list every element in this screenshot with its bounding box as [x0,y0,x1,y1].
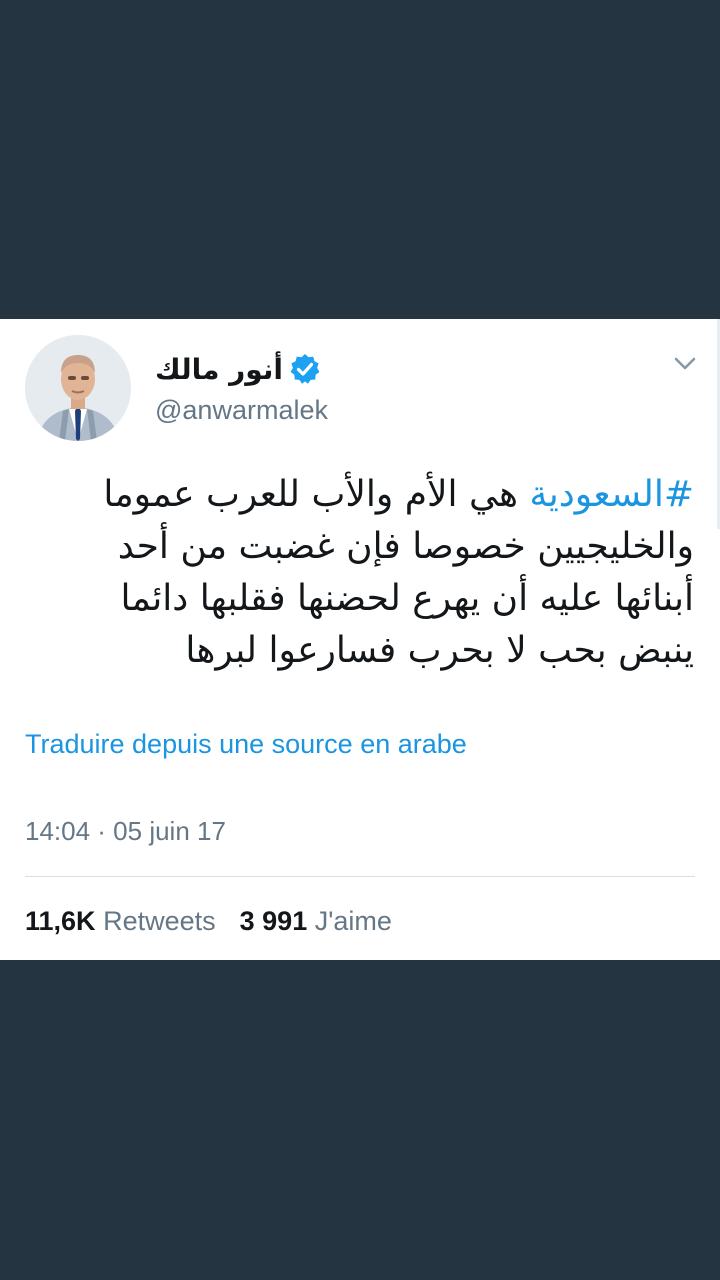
user-handle[interactable]: @anwarmalek [155,395,575,426]
tweet-card: أنور مالك @anwarmalek #السعودية هي الأم … [0,319,720,960]
likes-stat[interactable]: 3 991 J'aime [240,906,392,936]
display-name-row[interactable]: أنور مالك [155,349,575,389]
translate-link[interactable]: Traduire depuis une source en arabe [25,729,467,760]
retweets-stat[interactable]: 11,6K Retweets [25,906,216,936]
screen: أنور مالك @anwarmalek #السعودية هي الأم … [0,0,720,1280]
tweet-text-line: #السعودية هي الأم والأب للعرب عموما [40,469,694,521]
likes-count: 3 991 [239,906,308,936]
divider [25,876,695,877]
user-info: أنور مالك @anwarmalek [155,349,575,426]
avatar[interactable] [25,335,131,441]
avatar-image [25,335,131,441]
tweet-text-line: ينبض بحب لا بحرب فسارعوا لبرها [185,630,694,671]
tweet-text-line: والخليجيين خصوصا فإن غضبت من أحد [117,526,694,567]
tweet-text-line: أبنائها عليه أن يهرع لحضنها فقلبها دائما [120,578,694,619]
hashtag-link[interactable]: #السعودية [529,474,694,515]
chevron-down-icon[interactable] [672,351,698,377]
retweets-label: Retweets [103,906,216,936]
tweet-text: #السعودية هي الأم والأب للعرب عموما والخ… [40,469,694,677]
tweet-text-segment: هي الأم والأب للعرب عموما [103,474,530,515]
likes-label: J'aime [314,906,392,936]
tweet-stats: 11,6K Retweets 3 991 J'aime [25,906,392,937]
tweet-timestamp[interactable]: 14:04 · 05 juin 17 [25,816,226,847]
display-name[interactable]: أنور مالك [155,353,283,386]
retweets-count: 11,6K [25,906,96,936]
verified-badge-icon [289,353,321,385]
